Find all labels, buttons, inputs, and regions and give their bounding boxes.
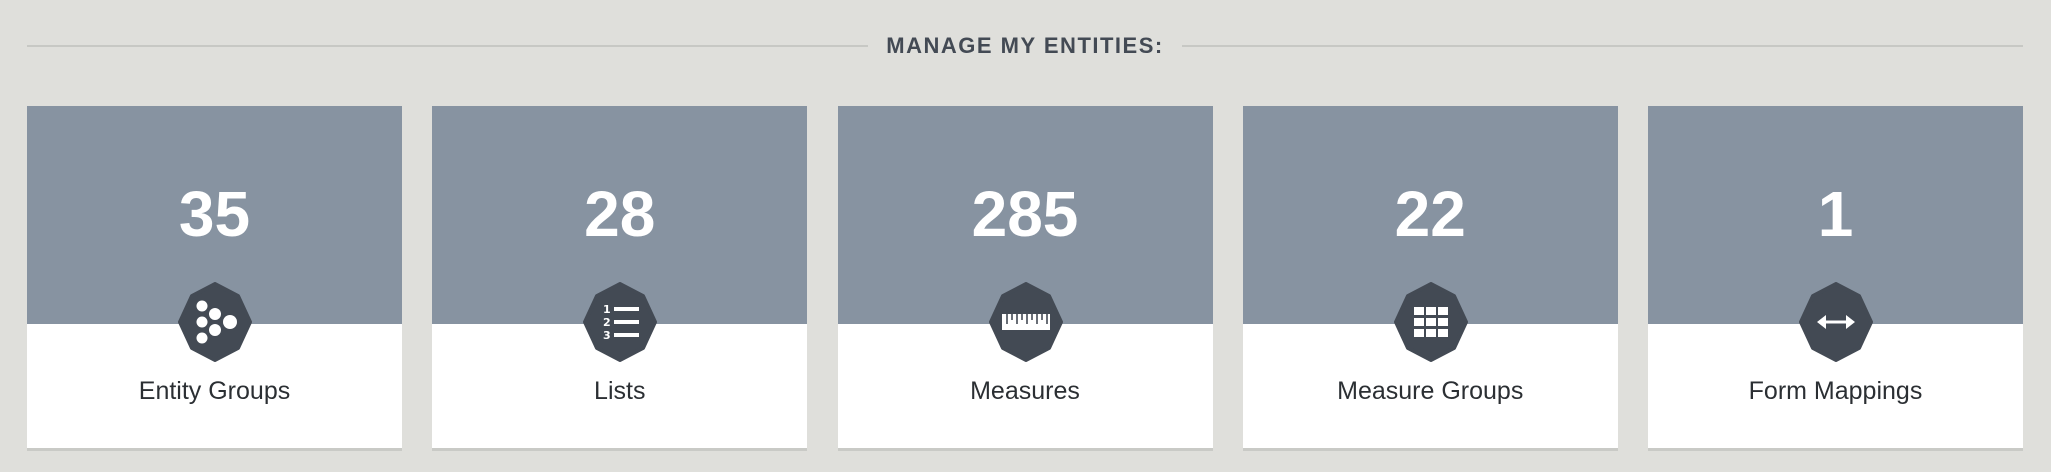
svg-text:3: 3 — [603, 329, 611, 342]
card-form-mappings[interactable]: 1 Form Mappings — [1648, 106, 2023, 448]
measures-count: 285 — [971, 178, 1079, 250]
measures-label: Measures — [970, 377, 1080, 405]
svg-text:1: 1 — [603, 303, 611, 316]
entity-groups-label: Entity Groups — [138, 377, 291, 405]
form-mappings-label: Form Mappings — [1748, 377, 1923, 405]
entity-groups-icon — [178, 282, 252, 362]
card-lists[interactable]: 28 1 2 3 Lists — [432, 106, 808, 448]
grid-icon — [1393, 282, 1468, 362]
lists-count: 28 — [584, 178, 656, 250]
svg-text:2: 2 — [603, 316, 611, 329]
entity-groups-count: 35 — [178, 178, 251, 250]
numbered-list-icon: 1 2 3 — [583, 282, 658, 362]
card-entity-groups[interactable]: 35 Entity Groups — [27, 106, 402, 448]
header-divider-left — [27, 45, 869, 47]
form-mappings-count: 1 — [1817, 178, 1854, 250]
section-header: MANAGE MY ENTITIES: — [27, 28, 2024, 64]
lists-label: Lists — [594, 377, 646, 405]
card-measures[interactable]: 285 Measures — [837, 106, 1213, 448]
measure-groups-count: 22 — [1394, 178, 1466, 250]
card-measure-groups[interactable]: 22 Measure Groups — [1242, 106, 1618, 448]
ruler-icon — [988, 282, 1063, 362]
header-divider-right — [1181, 45, 2024, 47]
double-arrow-icon — [1799, 282, 1873, 362]
entity-cards: 35 Entity Groups 28 1 2 3 Lists 285 Meas… — [27, 106, 2023, 448]
measure-groups-label: Measure Groups — [1337, 377, 1524, 405]
section-title: MANAGE MY ENTITIES: — [886, 33, 1164, 58]
